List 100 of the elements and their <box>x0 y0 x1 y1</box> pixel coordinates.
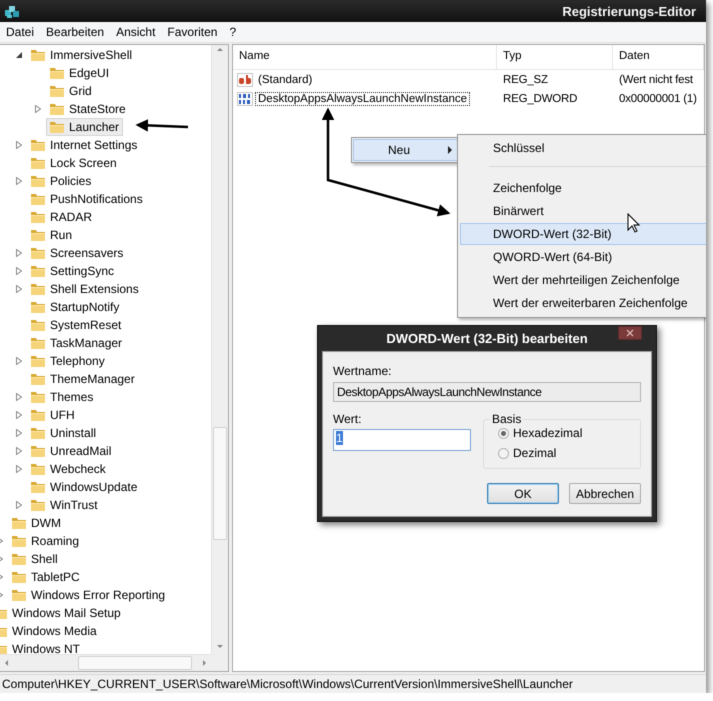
folder-icon <box>49 119 65 135</box>
tree-item[interactable]: Lock Screen <box>27 154 121 172</box>
expand-arrow-icon[interactable] <box>15 285 23 293</box>
tree-item[interactable]: RADAR <box>27 208 96 226</box>
tree-item[interactable]: WindowsUpdate <box>27 478 142 496</box>
menu-item[interactable]: Binärwert <box>460 200 706 222</box>
tree-item[interactable]: Telephony <box>27 352 109 370</box>
value-name-field: DesktopAppsAlwaysLaunchNewInstance <box>333 382 641 402</box>
folder-icon <box>11 551 27 567</box>
tree-item[interactable]: WinTrust <box>27 496 102 514</box>
value-name[interactable]: (Standard) <box>255 72 316 86</box>
folder-icon <box>30 461 46 477</box>
value-type: REG_SZ <box>502 74 549 86</box>
tree-item[interactable]: EdgeUI <box>46 64 114 82</box>
menu-item[interactable]: Wert der erweiterbaren Zeichenfolge <box>460 292 706 314</box>
folder-icon <box>11 587 27 603</box>
tree-item[interactable]: PushNotifications <box>27 190 147 208</box>
tree-item[interactable]: Policies <box>27 172 96 190</box>
tree-item[interactable]: StateStore <box>46 100 130 118</box>
tree-item[interactable]: Shell <box>8 550 62 568</box>
tree-item[interactable]: Webcheck <box>27 460 110 478</box>
tree-item[interactable]: Launcher <box>46 118 124 136</box>
folder-icon <box>30 353 46 369</box>
close-button[interactable] <box>618 326 642 340</box>
expand-arrow-icon[interactable] <box>15 357 23 365</box>
value-field[interactable]: 1 <box>333 429 471 451</box>
menu-item[interactable]: Bearbeiten <box>40 23 110 41</box>
expand-arrow-icon[interactable] <box>15 411 23 419</box>
tree-item[interactable]: Roaming <box>8 532 84 550</box>
expand-arrow-icon[interactable] <box>15 447 23 455</box>
menu-item[interactable]: Wert der mehrteiligen Zeichenfolge <box>460 269 706 291</box>
column-header[interactable]: Daten <box>613 45 704 69</box>
tree-item[interactable]: TabletPC <box>8 568 84 586</box>
value-name[interactable]: DesktopAppsAlwaysLaunchNewInstance <box>255 92 470 106</box>
tree-item[interactable]: Screensavers <box>27 244 128 262</box>
menu-item[interactable]: DWORD-Wert (32-Bit) <box>460 223 706 245</box>
value-data: 0x00000001 (1) <box>618 92 698 104</box>
expand-arrow-icon[interactable] <box>15 465 23 473</box>
expand-arrow-icon[interactable] <box>15 429 23 437</box>
scrollbar-thumb[interactable] <box>78 656 192 670</box>
tree-item[interactable]: Windows Media <box>0 622 101 640</box>
tree-item[interactable]: Internet Settings <box>27 136 142 154</box>
tree-item[interactable]: StartupNotify <box>27 298 124 316</box>
binary-value-icon <box>237 90 253 106</box>
arrow <box>136 119 188 132</box>
menu-item[interactable]: Datei <box>0 23 40 41</box>
close-icon <box>626 329 634 337</box>
tree-item[interactable]: Grid <box>46 82 96 100</box>
tree-item[interactable]: ImmersiveShell <box>27 46 136 64</box>
collapse-arrow-icon[interactable] <box>15 51 23 59</box>
tree-item[interactable]: Run <box>27 226 76 244</box>
folder-icon <box>30 425 46 441</box>
folder-icon <box>30 173 46 189</box>
folder-icon <box>30 389 46 405</box>
tree-item[interactable]: UFH <box>27 406 79 424</box>
tree-item[interactable]: TaskManager <box>27 334 126 352</box>
tree-item[interactable]: SystemReset <box>27 316 126 334</box>
radio-button[interactable] <box>498 448 509 458</box>
registry-editor-icon <box>4 3 20 19</box>
menu-item[interactable]: ? <box>223 23 242 41</box>
submenu-arrow-icon <box>448 146 452 154</box>
tree-item[interactable]: Windows Mail Setup <box>0 604 125 622</box>
column-header[interactable]: Name <box>233 45 497 69</box>
radio-label[interactable]: Dezimal <box>513 446 556 460</box>
expand-arrow-icon[interactable] <box>15 501 23 509</box>
scrollbar-thumb[interactable] <box>213 427 227 540</box>
folder-icon <box>30 227 46 243</box>
expand-arrow-icon[interactable] <box>15 267 23 275</box>
tree-item[interactable]: Themes <box>27 388 98 406</box>
expand-arrow-icon[interactable] <box>15 141 23 149</box>
tree-item[interactable]: Shell Extensions <box>27 280 143 298</box>
expand-arrow-icon[interactable] <box>15 177 23 185</box>
group-label: Basis <box>491 412 522 426</box>
vertical-scrollbar[interactable] <box>211 45 228 654</box>
tree-item[interactable]: SettingSync <box>27 262 118 280</box>
folder-icon <box>30 137 46 153</box>
menu-item[interactable]: Ansicht <box>110 23 162 41</box>
value-data: (Wert nicht fest <box>618 74 694 86</box>
ok-button[interactable]: OK <box>486 483 559 504</box>
radio-label[interactable]: Hexadezimal <box>513 426 582 440</box>
folder-icon <box>30 191 46 207</box>
tree-item[interactable]: Uninstall <box>27 424 100 442</box>
menu-item[interactable]: QWORD-Wert (64-Bit) <box>460 246 706 268</box>
menu-item[interactable]: Favoriten <box>161 23 224 41</box>
tree-item[interactable]: ThemeManager <box>27 370 139 388</box>
menu-item[interactable]: Neu <box>353 139 459 161</box>
expand-arrow-icon[interactable] <box>15 393 23 401</box>
cancel-button[interactable]: Abbrechen <box>568 483 641 504</box>
horizontal-scrollbar[interactable] <box>0 654 211 671</box>
expand-arrow-icon[interactable] <box>15 249 23 257</box>
window-title: Registrierungs-Editor <box>562 4 696 18</box>
folder-icon <box>11 515 27 531</box>
expand-arrow-icon[interactable] <box>34 105 42 113</box>
folder-icon <box>30 263 46 279</box>
menu-item[interactable]: Zeichenfolge <box>460 177 706 199</box>
column-header[interactable]: Typ <box>497 45 613 69</box>
tree-item[interactable]: DWM <box>8 514 65 532</box>
tree-item[interactable]: UnreadMail <box>27 442 116 460</box>
tree-item[interactable]: Windows Error Reporting <box>8 586 170 604</box>
radio-button[interactable] <box>498 428 509 438</box>
